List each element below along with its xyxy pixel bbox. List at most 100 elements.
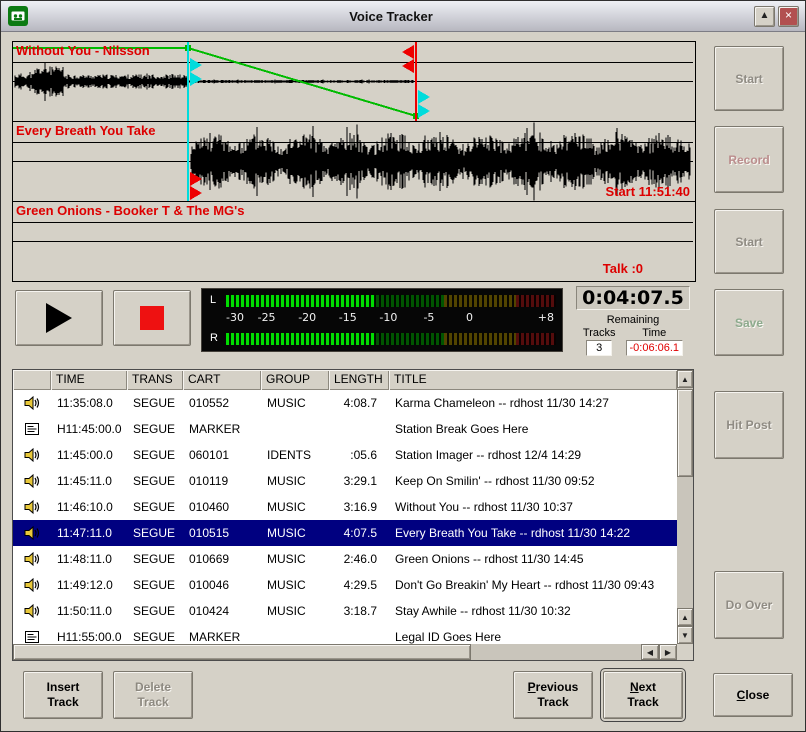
meter-bar-left (226, 295, 556, 307)
scroll-up-icon[interactable]: ▲ (677, 608, 693, 626)
cell-time: 11:45:11.0 (51, 474, 127, 488)
cell-group: MUSIC (261, 396, 329, 410)
speaker-icon (13, 577, 51, 593)
cell-title: Station Imager -- rdhost 12/4 14:29 (389, 448, 677, 462)
cell-trans: SEGUE (127, 474, 183, 488)
clock-block: 0:04:07.5 Remaining Tracks 3 Time -0:06:… (571, 286, 695, 356)
next-track-button[interactable]: NextTrack (603, 671, 683, 719)
cell-title: Legal ID Goes Here (389, 630, 677, 644)
start-button[interactable]: Start (714, 46, 784, 111)
maximize-icon[interactable]: ▲ (754, 6, 775, 27)
vertical-scroll-thumb[interactable] (677, 389, 693, 477)
speaker-icon (13, 603, 51, 619)
table-row[interactable]: 11:45:00.0SEGUE060101IDENTS:05.6Station … (13, 442, 677, 468)
cell-time: H11:55:00.0 (51, 630, 127, 644)
meter-bar-right (226, 333, 556, 345)
column-header-trans[interactable]: TRANS (127, 370, 183, 390)
cell-cart: 010515 (183, 526, 261, 540)
cell-cart: MARKER (183, 422, 261, 436)
track-log: TIMETRANSCARTGROUPLENGTHTITLE 11:35:08.0… (12, 369, 694, 661)
table-row[interactable]: 11:50:11.0SEGUE010424MUSIC3:18.7Stay Awh… (13, 598, 677, 624)
titlebar[interactable]: Voice Tracker ▲ × (1, 1, 805, 32)
table-row[interactable]: H11:45:00.0SEGUEMARKERStation Break Goes… (13, 416, 677, 442)
column-header-cart[interactable]: CART (183, 370, 261, 390)
scroll-down-icon[interactable]: ▼ (677, 626, 693, 644)
stop-icon (140, 306, 164, 330)
cell-group: MUSIC (261, 474, 329, 488)
cell-trans: SEGUE (127, 500, 183, 514)
record-button[interactable]: Record (714, 126, 784, 193)
cell-title: Karma Chameleon -- rdhost 11/30 14:27 (389, 396, 677, 410)
table-row[interactable]: H11:55:00.0SEGUEMARKERLegal ID Goes Here (13, 624, 677, 644)
column-header-length[interactable]: LENGTH (329, 370, 389, 390)
remaining-time-value: -0:06:06.1 (626, 340, 684, 356)
speaker-icon (13, 499, 51, 515)
cell-length: :05.6 (329, 448, 389, 462)
waveform-panes: Without You - Nilsson Every Breath You T… (12, 41, 696, 282)
play-button[interactable] (15, 290, 103, 346)
delete-track-button[interactable]: DeleteTrack (113, 671, 193, 719)
cell-length: 3:18.7 (329, 604, 389, 618)
do-over-button[interactable]: Do Over (714, 571, 784, 639)
save-button[interactable]: Save (714, 289, 784, 356)
previous-track-button[interactable]: PreviousTrack (513, 671, 593, 719)
column-header-time[interactable]: TIME (51, 370, 127, 390)
cell-time: 11:50:11.0 (51, 604, 127, 618)
vertical-scrollbar[interactable]: ▲ ▲ ▼ (677, 370, 693, 644)
table-row[interactable]: 11:46:10.0SEGUE010460MUSIC3:16.9Without … (13, 494, 677, 520)
track-3-title: Green Onions - Booker T & The MG's (16, 203, 244, 218)
track-2-title: Every Breath You Take (16, 123, 155, 138)
play-icon (46, 303, 72, 333)
cell-length: 3:16.9 (329, 500, 389, 514)
speaker-icon (13, 447, 51, 463)
scrollbar-corner (677, 644, 693, 660)
remaining-tracks-label: Tracks (583, 327, 616, 339)
remaining-label: Remaining (571, 314, 695, 326)
remaining-time-label: Time (642, 327, 666, 339)
hit-post-button[interactable]: Hit Post (714, 391, 784, 459)
cell-title: Don't Go Breakin' My Heart -- rdhost 11/… (389, 578, 677, 592)
table-row[interactable]: 11:35:08.0SEGUE010552MUSIC4:08.7Karma Ch… (13, 390, 677, 416)
cell-time: 11:47:11.0 (51, 526, 127, 540)
scroll-left-icon[interactable]: ◀ (641, 644, 659, 660)
log-header: TIMETRANSCARTGROUPLENGTHTITLE (13, 370, 677, 390)
cell-group: IDENTS (261, 448, 329, 462)
table-row[interactable]: 11:45:11.0SEGUE010119MUSIC3:29.1Keep On … (13, 468, 677, 494)
horizontal-scrollbar[interactable]: ◀ ▶ (13, 644, 677, 660)
cell-title: Station Break Goes Here (389, 422, 677, 436)
table-row[interactable]: 11:48:11.0SEGUE010669MUSIC2:46.0Green On… (13, 546, 677, 572)
cell-cart: 010460 (183, 500, 261, 514)
cell-title: Without You -- rdhost 11/30 10:37 (389, 500, 677, 514)
track-pane-3[interactable]: Green Onions - Booker T & The MG's Talk … (13, 202, 695, 281)
close-window-icon[interactable]: × (778, 6, 799, 27)
cell-cart: 010669 (183, 552, 261, 566)
cell-group: MUSIC (261, 526, 329, 540)
scroll-right-icon[interactable]: ▶ (659, 644, 677, 660)
meter-right-label: R (210, 332, 218, 344)
cell-cart: 010046 (183, 578, 261, 592)
column-header-icon[interactable] (13, 370, 51, 390)
stop-button[interactable] (113, 290, 191, 346)
cell-trans: SEGUE (127, 630, 183, 644)
horizontal-scroll-thumb[interactable] (13, 644, 471, 660)
cell-time: 11:46:10.0 (51, 500, 127, 514)
track-pane-1[interactable]: Without You - Nilsson (13, 42, 695, 122)
track-pane-2[interactable]: Every Breath You Take Start 11:51:40 (13, 122, 695, 202)
speaker-icon (13, 551, 51, 567)
cell-cart: 010424 (183, 604, 261, 618)
column-header-title[interactable]: TITLE (389, 370, 677, 390)
cell-trans: SEGUE (127, 526, 183, 540)
start-button[interactable]: Start (714, 209, 784, 274)
scroll-up-icon[interactable]: ▲ (677, 370, 693, 388)
table-row[interactable]: 11:47:11.0SEGUE010515MUSIC4:07.5Every Br… (13, 520, 677, 546)
cell-time: H11:45:00.0 (51, 422, 127, 436)
cell-length: 4:29.5 (329, 578, 389, 592)
insert-track-button[interactable]: InsertTrack (23, 671, 103, 719)
speaker-icon (13, 525, 51, 541)
cell-length: 3:29.1 (329, 474, 389, 488)
elapsed-time-display: 0:04:07.5 (576, 286, 690, 310)
table-row[interactable]: 11:49:12.0SEGUE010046MUSIC4:29.5Don't Go… (13, 572, 677, 598)
cell-time: 11:49:12.0 (51, 578, 127, 592)
column-header-group[interactable]: GROUP (261, 370, 329, 390)
close-button[interactable]: Close (713, 673, 793, 717)
